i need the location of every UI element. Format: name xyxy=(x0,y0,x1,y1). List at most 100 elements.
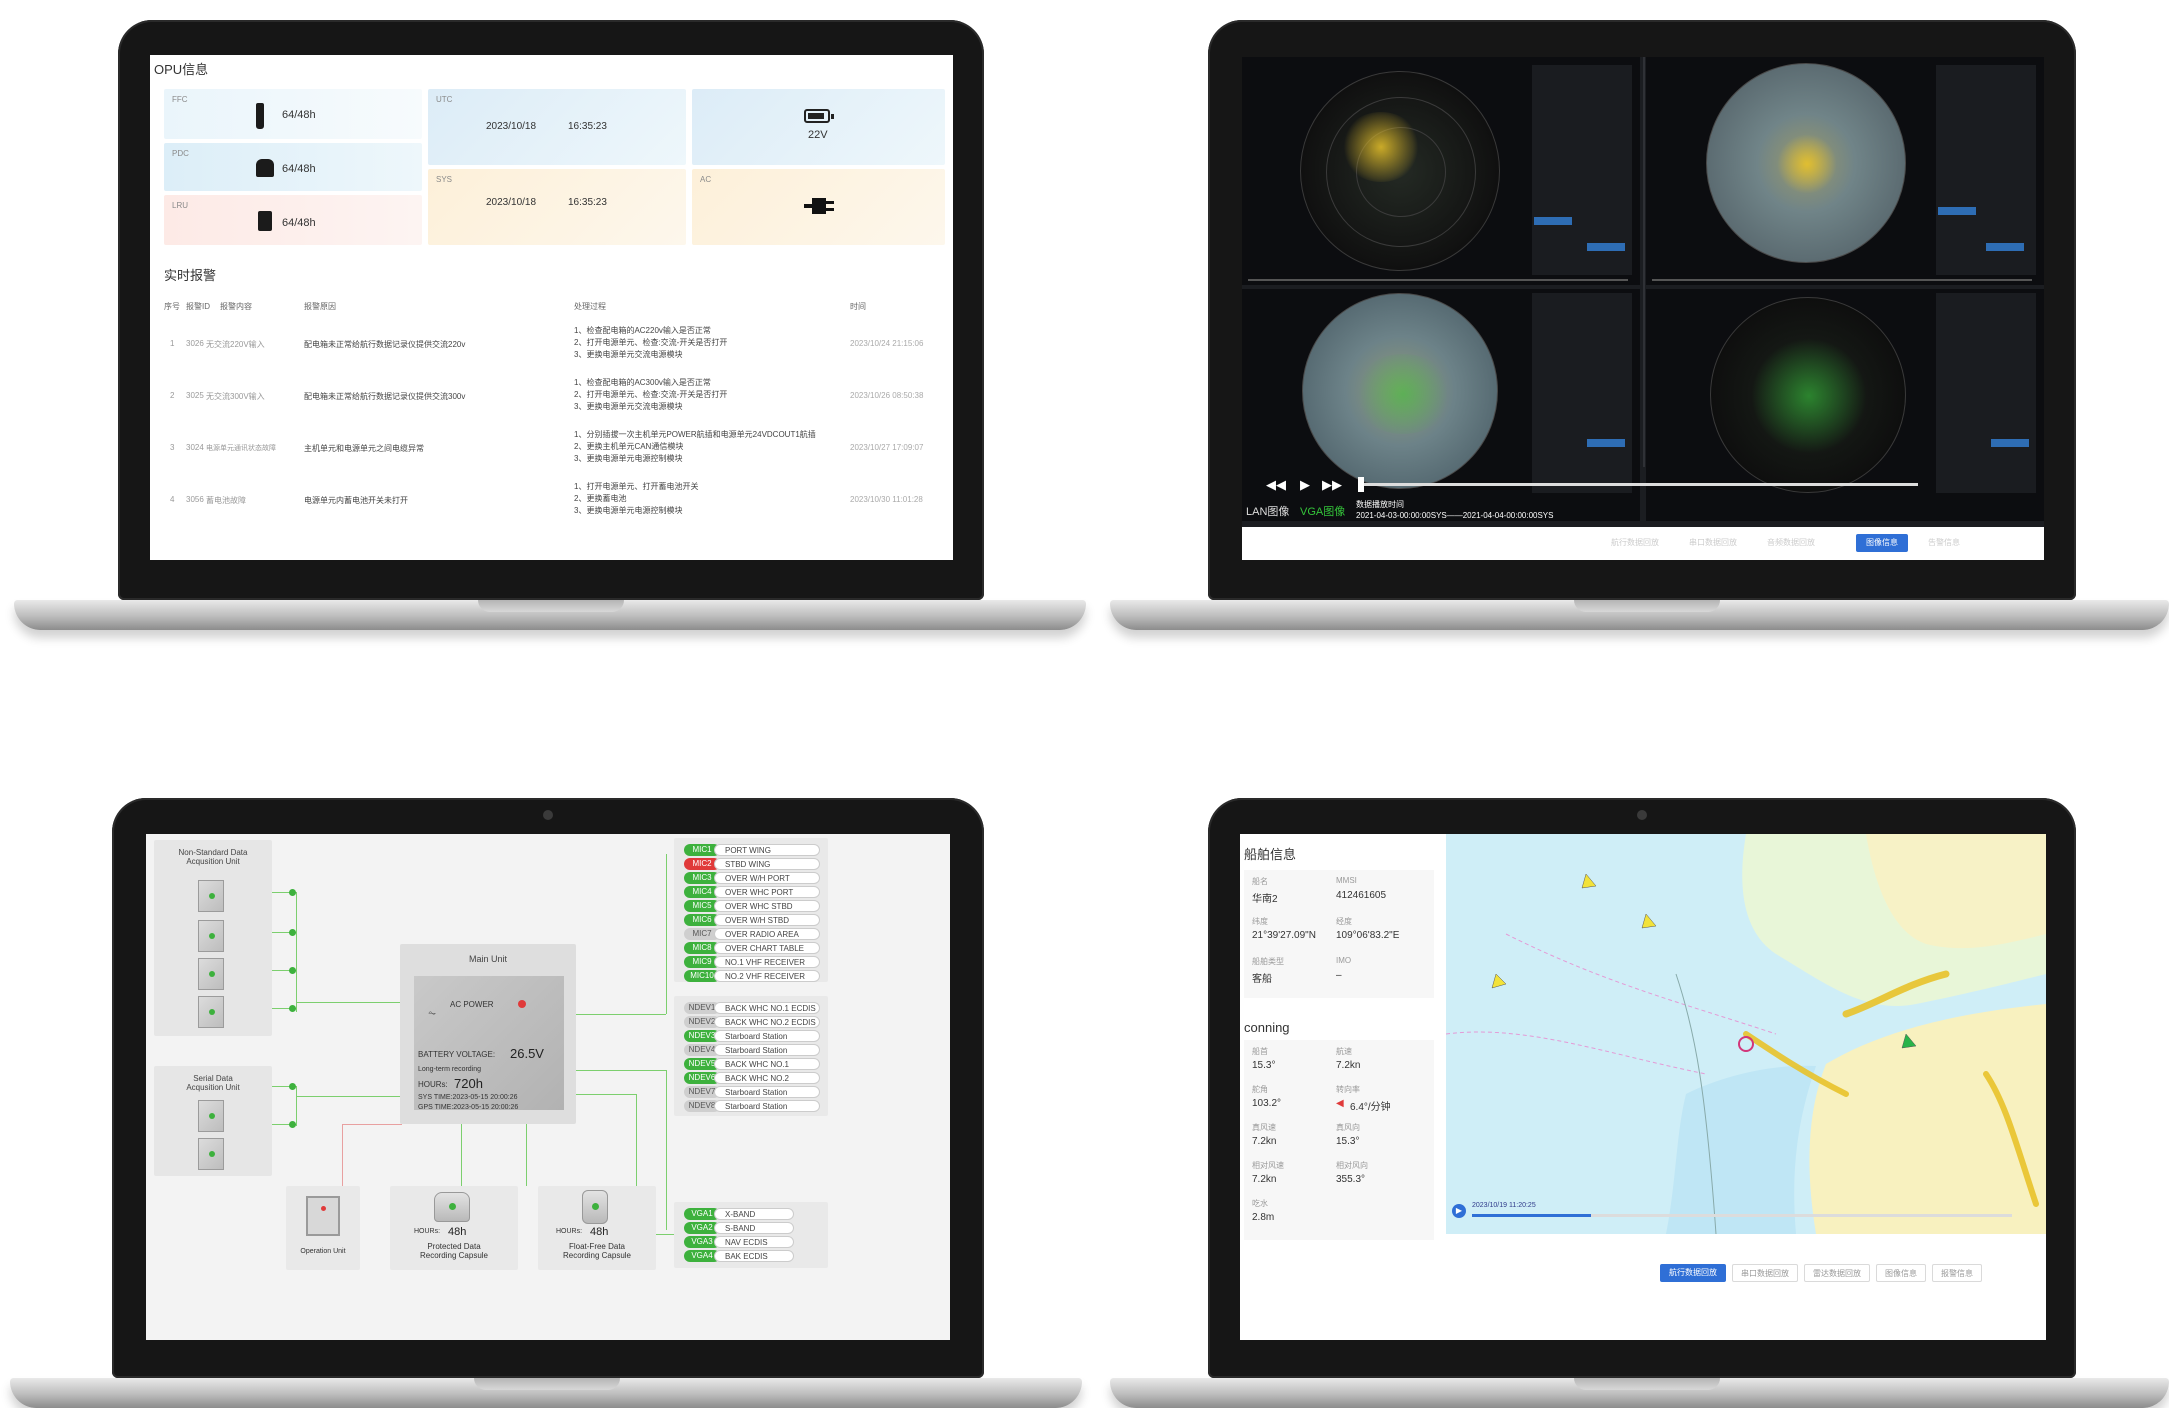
radar-scope xyxy=(1706,63,1906,263)
lru-device-icon xyxy=(258,211,272,231)
protected-capsule-name: Protected Data Recording Capsule xyxy=(419,1242,489,1260)
sys-time: SYS TIME:2023-05-15 20:00:26 xyxy=(418,1094,518,1101)
ffc-device-icon xyxy=(256,103,264,129)
operation-unit: Operation Unit xyxy=(286,1186,360,1270)
floatfree-hours-value: 48h xyxy=(590,1226,609,1238)
alarm-id: 3024 xyxy=(186,443,204,452)
mic-label: OVER W/H PORT xyxy=(714,872,820,884)
acquisition-module xyxy=(198,920,224,952)
ship-field-value: 21°39'27.09"N xyxy=(1252,930,1316,941)
tab-alarm-info[interactable]: 告警信息 xyxy=(1914,534,1974,552)
conning-key: 相对风速 xyxy=(1252,1161,1284,1170)
ndev-group: NDEV1 BACK WHC NO.1 ECDIS NDEV2 BACK WHC… xyxy=(674,996,828,1116)
fast-forward-button[interactable]: ▶▶ xyxy=(1322,477,1342,493)
pdc-label: PDC xyxy=(172,149,189,158)
acquisition-module xyxy=(198,1138,224,1170)
acquisition-module xyxy=(198,880,224,912)
alarm-time: 2023/10/27 17:09:07 xyxy=(850,443,924,452)
mic-label: OVER W/H STBD xyxy=(714,914,820,926)
mic-label: OVER RADIO AREA xyxy=(714,928,820,940)
conning-value: 6.4°/分钟 xyxy=(1350,1102,1391,1113)
mic-label: OVER CHART TABLE AREA xyxy=(714,942,820,964)
battery-card: 22V xyxy=(692,89,945,165)
sys-label: SYS xyxy=(436,175,453,184)
playback-time-label: 数据播放时间 xyxy=(1356,500,1404,509)
alarm-content: 电源单元通讯状态故障 xyxy=(206,445,276,452)
serial-unit-group: Serial Data Acqusition Unit xyxy=(154,1066,272,1176)
turn-direction-icon: ◀ xyxy=(1336,1098,1344,1109)
vga-group: VGA1 X-BAND VGA2 S-BAND VGA3 NAV ECDIS V… xyxy=(674,1202,828,1268)
ndev-label: BACK WHC NO.1 ECDIS xyxy=(714,1002,820,1014)
col-steps: 处理过程 xyxy=(574,302,606,311)
non-standard-unit-title: Non-Standard Data Acqusition Unit xyxy=(178,848,248,866)
nautical-chart[interactable]: ▶ 2023/10/19 11:20:25 xyxy=(1446,834,2046,1234)
conning-key: 吃水 xyxy=(1252,1199,1268,1208)
alarm-row[interactable]: 4 3056 蓄电池故障 电源单元内蓄电池开关未打开 1、打开电源单元、打开蓄电… xyxy=(164,481,939,525)
ndev-label: Starboard Station xyxy=(714,1044,820,1056)
tab-alarm-info[interactable]: 报警信息 xyxy=(1932,1264,1982,1282)
alarm-content: 蓄电池故障 xyxy=(206,496,246,505)
opu-screen: OPU信息 FFC 64/48h PDC 64/48h LRU 64/48h U… xyxy=(150,55,953,560)
alarm-time: 2023/10/26 08:50:38 xyxy=(850,391,924,400)
hours-label: HOURs: xyxy=(418,1080,448,1089)
map-progress-track[interactable] xyxy=(1472,1214,2012,1217)
playback-slider[interactable] xyxy=(1358,477,1918,492)
alarm-row[interactable]: 3 3024 电源单元通讯状态故障 主机单元和电源单元之间电缆异常 1、分别插拔… xyxy=(164,429,939,473)
playback-range: 2021-04-03-00:00:00SYS——2021-04-04-00:00… xyxy=(1356,511,1554,520)
utc-date: 2023/10/18 xyxy=(486,121,537,132)
ship-field-value: 109°06'83.2"E xyxy=(1336,930,1400,941)
laptop-base xyxy=(10,1378,1082,1408)
ndev-label: BACK WHC NO.2 RADAR xyxy=(714,1072,820,1094)
tab-audio-playback[interactable]: 音频数据回放 xyxy=(1756,534,1826,552)
playback-handle[interactable] xyxy=(1358,477,1364,492)
conning-value: 355.3° xyxy=(1336,1174,1366,1185)
tab-radar-playback[interactable]: 雷达数据回放 xyxy=(1804,1264,1870,1282)
tab-nav-playback[interactable]: 航行数据回放 xyxy=(1660,1264,1726,1282)
vga-image-label[interactable]: VGA图像 xyxy=(1300,503,1345,519)
tab-nav-playback[interactable]: 航行数据回放 xyxy=(1600,534,1670,552)
alarm-no: 2 xyxy=(170,391,175,400)
lan-image-label[interactable]: LAN图像 xyxy=(1246,503,1289,519)
tab-serial-playback[interactable]: 串口数据回放 xyxy=(1678,534,1748,552)
floatfree-hours-label: HOURs: xyxy=(556,1228,583,1235)
capsule-icon xyxy=(434,1192,470,1222)
alarm-step: 2、更换蓄电池 xyxy=(574,494,627,503)
alarm-reason: 配电箱未正常给航行数据记录仪提供交流220v xyxy=(304,340,466,349)
ac-card: AC xyxy=(692,169,945,245)
alarm-row[interactable]: 2 3025 无交流300V输入 配电箱未正常给航行数据记录仪提供交流300v … xyxy=(164,377,939,421)
map-play-button[interactable]: ▶ xyxy=(1452,1204,1466,1218)
conning-value: 15.3° xyxy=(1252,1060,1276,1071)
play-button[interactable]: ▶ xyxy=(1300,477,1310,493)
ship-field-value: 客船 xyxy=(1252,974,1272,985)
mic-label: STBD WING xyxy=(714,858,820,870)
lru-value: 64/48h xyxy=(282,217,316,229)
floatfree-capsule-name: Float-Free Data Recording Capsule xyxy=(562,1242,632,1260)
sys-date: 2023/10/18 xyxy=(486,197,537,208)
battery-label: BATTERY VOLTAGE: xyxy=(418,1050,496,1059)
tab-image-info[interactable]: 图像信息 xyxy=(1876,1264,1926,1282)
alarm-step: 1、打开电源单元、打开蓄电池开关 xyxy=(574,482,699,491)
alarm-reason: 配电箱未正常给航行数据记录仪提供交流300v xyxy=(304,392,466,401)
conning-value: 7.2kn xyxy=(1252,1136,1277,1147)
float-capsule-icon xyxy=(582,1190,608,1224)
alarm-step: 1、检查配电箱的AC220v输入是否正常 xyxy=(574,326,711,335)
tab-serial-playback[interactable]: 串口数据回放 xyxy=(1732,1264,1798,1282)
ffc-value: 64/48h xyxy=(282,109,316,121)
ship-field-key: MMSI xyxy=(1336,876,1357,885)
rewind-button[interactable]: ◀◀ xyxy=(1266,477,1286,493)
long-term-label: Long-term recording xyxy=(418,1066,482,1073)
conning-key: 真风向 xyxy=(1336,1123,1360,1132)
vga-label: X-BAND xyxy=(714,1208,794,1220)
ship-field-value: 华南2 xyxy=(1252,894,1278,905)
alarm-row[interactable]: 1 3026 无交流220V输入 配电箱未正常给航行数据记录仪提供交流220v … xyxy=(164,325,939,369)
ndev-label: Starboard Station xyxy=(714,1030,820,1042)
pdc-card: PDC 64/48h xyxy=(164,143,422,191)
ac-icon: ⏦ xyxy=(428,1008,437,1019)
alarm-no: 1 xyxy=(170,339,175,348)
radar-scope xyxy=(1710,297,1906,493)
alarm-content: 无交流300V输入 xyxy=(206,392,265,401)
vga-label: NAV ECDIS xyxy=(714,1236,794,1248)
alarm-id: 3056 xyxy=(186,495,204,504)
tab-image-info[interactable]: 图像信息 xyxy=(1856,534,1908,552)
mic-label: OVER WHC PORT xyxy=(714,886,820,898)
